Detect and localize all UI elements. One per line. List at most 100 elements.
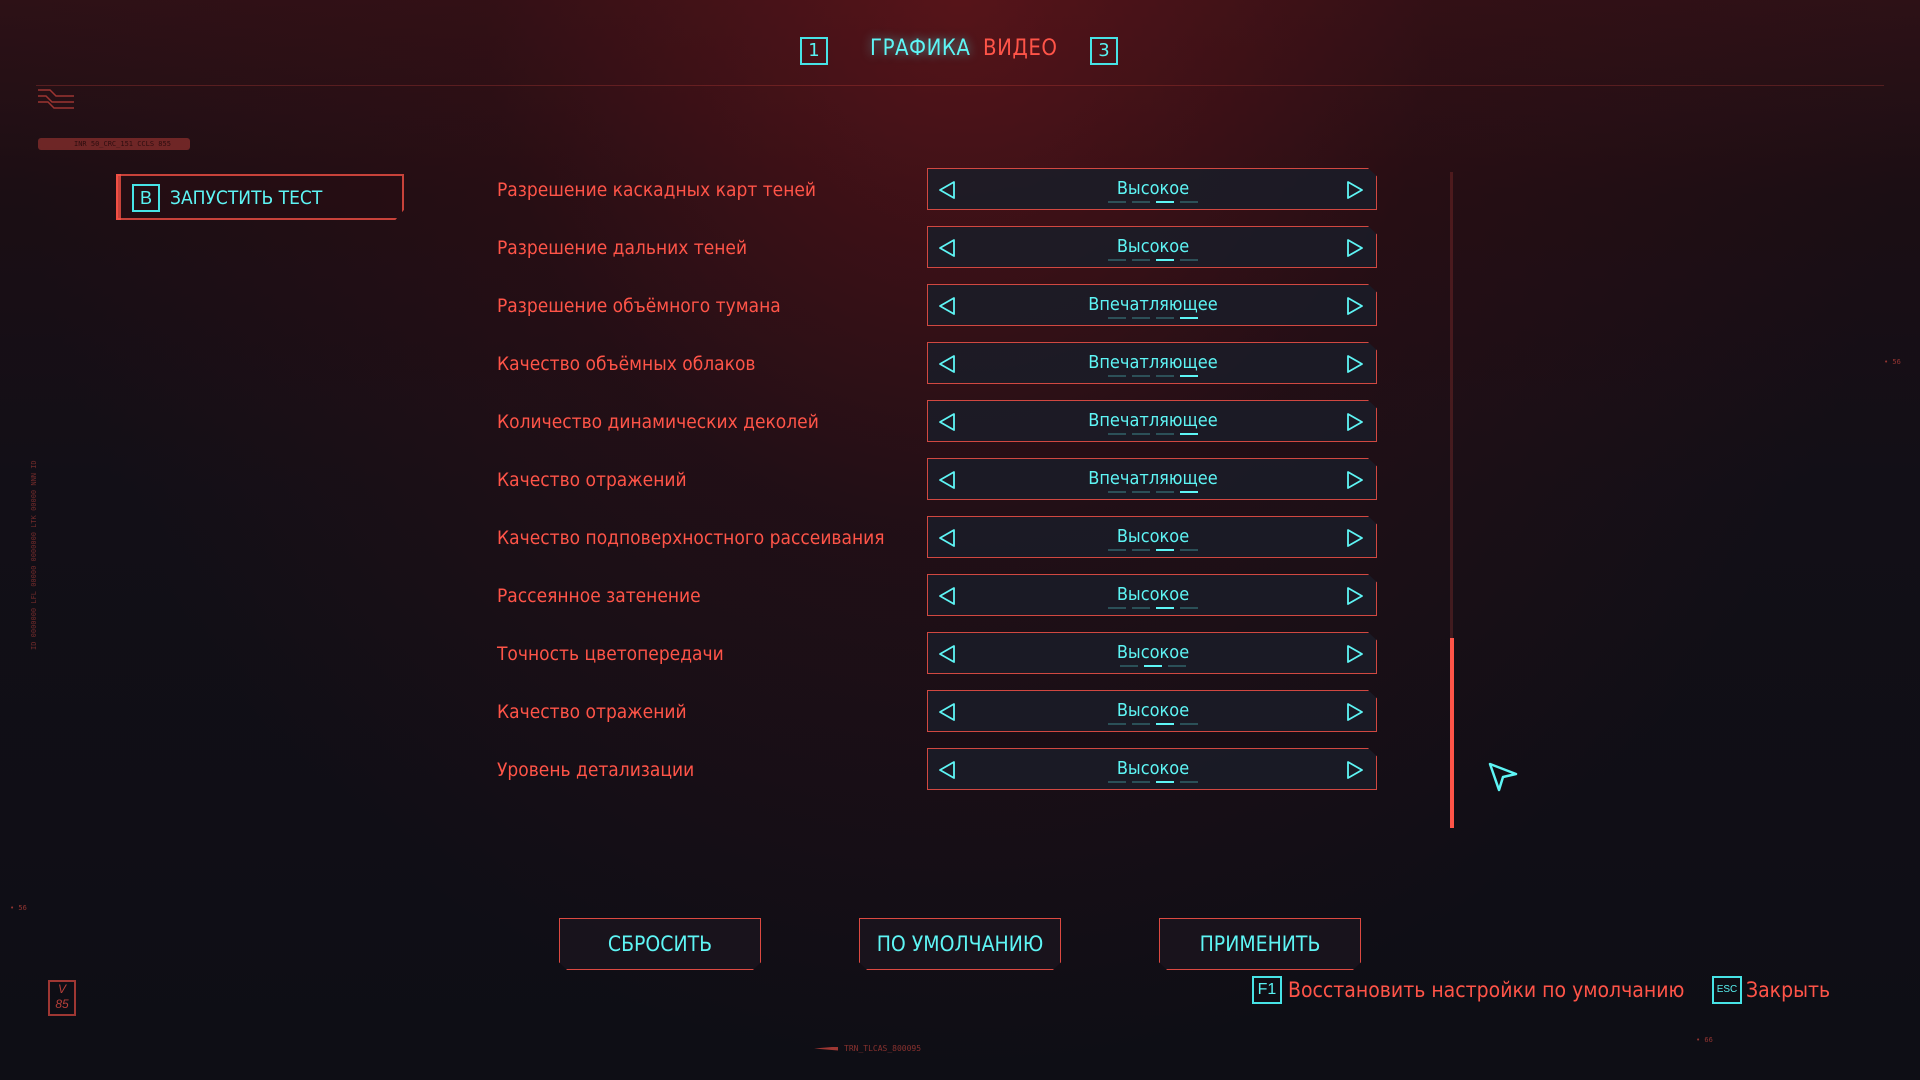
level-step <box>1108 433 1126 435</box>
level-step <box>1156 201 1174 203</box>
esc-key: ESC <box>1712 976 1742 1004</box>
setting-selector[interactable]: Высокое <box>927 226 1377 268</box>
level-step <box>1180 433 1198 435</box>
setting-selector[interactable]: Впечатляющее <box>927 342 1377 384</box>
level-step <box>1156 723 1174 725</box>
level-indicator <box>928 549 1377 552</box>
decorative-code-text: INR 50_CRC_151 CCLS 855 <box>74 140 171 148</box>
setting-value: Высокое <box>1116 526 1190 547</box>
setting-selector[interactable]: Высокое <box>927 516 1377 558</box>
setting-row[interactable]: Качество отражений Впечатляющее <box>497 458 1377 500</box>
setting-selector[interactable]: Впечатляющее <box>927 284 1377 326</box>
level-step <box>1180 781 1198 783</box>
setting-row[interactable]: Разрешение объёмного тумана Впечатляющее <box>497 284 1377 326</box>
next-value-arrow-icon[interactable] <box>1344 295 1366 317</box>
next-value-arrow-icon[interactable] <box>1344 701 1366 723</box>
setting-label: Количество динамических деколей <box>497 411 819 433</box>
setting-label: Разрешение дальних теней <box>497 237 748 259</box>
setting-selector[interactable]: Высокое <box>927 574 1377 616</box>
level-step <box>1168 665 1186 667</box>
level-indicator <box>928 317 1377 320</box>
setting-label: Разрешение каскадных карт теней <box>497 179 816 201</box>
next-value-arrow-icon[interactable] <box>1344 411 1366 433</box>
setting-value: Высокое <box>1116 642 1190 663</box>
level-step <box>1132 549 1150 551</box>
setting-row[interactable]: Уровень детализации Высокое <box>497 748 1377 790</box>
setting-value: Высокое <box>1116 584 1190 605</box>
level-indicator <box>928 433 1377 436</box>
decorative-vertical-text: ID 0000000 LFL 00000 0000000 LTK 00000 N… <box>30 460 38 650</box>
next-value-arrow-icon[interactable] <box>1344 353 1366 375</box>
next-value-arrow-icon[interactable] <box>1344 643 1366 665</box>
level-indicator <box>928 665 1377 668</box>
setting-value: Впечатляющее <box>1088 352 1218 373</box>
decorative-marker: • 56 <box>1884 358 1901 366</box>
setting-label: Разрешение объёмного тумана <box>497 295 781 317</box>
level-step <box>1156 607 1174 609</box>
setting-row[interactable]: Качество подповерхностного рассеивания Вы… <box>497 516 1377 558</box>
decorative-marker: • 66 <box>1696 1036 1713 1044</box>
level-step <box>1156 549 1174 551</box>
level-step <box>1180 723 1198 725</box>
setting-row[interactable]: Разрешение каскадных карт теней Высокое <box>497 168 1377 210</box>
level-step <box>1108 607 1126 609</box>
setting-selector[interactable]: Высокое <box>927 690 1377 732</box>
level-step <box>1108 201 1126 203</box>
defaults-button[interactable]: ПО УМОЛЧАНИЮ <box>859 918 1061 970</box>
reset-button[interactable]: СБРОСИТЬ <box>559 918 761 970</box>
level-step <box>1120 665 1138 667</box>
level-step <box>1132 259 1150 261</box>
next-tab-key[interactable]: 3 <box>1090 37 1118 65</box>
setting-row[interactable]: Рассеянное затенение Высокое <box>497 574 1377 616</box>
decorative-code-bar: INR 50_CRC_151 CCLS 855 <box>38 138 190 150</box>
level-step <box>1132 433 1150 435</box>
header-divider <box>36 85 1884 86</box>
level-step <box>1180 317 1198 319</box>
next-value-arrow-icon[interactable] <box>1344 527 1366 549</box>
level-step <box>1180 549 1198 551</box>
setting-label: Качество отражений <box>497 469 687 491</box>
setting-value: Впечатляющее <box>1088 294 1218 315</box>
setting-label: Точность цветопередачи <box>497 643 724 665</box>
setting-row[interactable]: Качество отражений Высокое <box>497 690 1377 732</box>
setting-row[interactable]: Разрешение дальних теней Высокое <box>497 226 1377 268</box>
setting-selector[interactable]: Впечатляющее <box>927 400 1377 442</box>
tab-graphics[interactable]: ГРАФИКА <box>870 36 970 61</box>
next-value-arrow-icon[interactable] <box>1344 469 1366 491</box>
next-value-arrow-icon[interactable] <box>1344 759 1366 781</box>
level-step <box>1180 607 1198 609</box>
level-indicator <box>928 607 1377 610</box>
restore-defaults-label: Восстановить настройки по умолчанию <box>1288 978 1685 1002</box>
level-indicator <box>928 375 1377 378</box>
setting-value: Впечатляющее <box>1088 410 1218 431</box>
level-indicator <box>928 259 1377 262</box>
benchmark-label: ЗАПУСТИТЬ ТЕСТ <box>170 187 323 209</box>
next-value-arrow-icon[interactable] <box>1344 585 1366 607</box>
setting-selector[interactable]: Высокое <box>927 748 1377 790</box>
protocol-logo-icon <box>38 89 74 109</box>
level-step <box>1180 375 1198 377</box>
level-step <box>1144 665 1162 667</box>
level-step <box>1180 201 1198 203</box>
next-value-arrow-icon[interactable] <box>1344 237 1366 259</box>
setting-selector[interactable]: Впечатляющее <box>927 458 1377 500</box>
level-step <box>1156 491 1174 493</box>
prev-tab-key[interactable]: 1 <box>800 37 828 65</box>
setting-row[interactable]: Количество динамических деколей Впечатляю… <box>497 400 1377 442</box>
setting-row[interactable]: Качество объёмных облаков Впечатляющее <box>497 342 1377 384</box>
setting-value: Высокое <box>1116 178 1190 199</box>
level-step <box>1180 259 1198 261</box>
setting-selector[interactable]: Высокое <box>927 168 1377 210</box>
level-step <box>1156 375 1174 377</box>
setting-selector[interactable]: Высокое <box>927 632 1377 674</box>
run-benchmark-button[interactable]: B ЗАПУСТИТЬ ТЕСТ <box>116 174 404 220</box>
scrollbar-thumb[interactable] <box>1450 638 1454 828</box>
tab-video[interactable]: ВИДЕО <box>983 36 1057 61</box>
next-value-arrow-icon[interactable] <box>1344 179 1366 201</box>
setting-label: Уровень детализации <box>497 759 695 781</box>
level-step <box>1156 433 1174 435</box>
setting-row[interactable]: Точность цветопередачи Высокое <box>497 632 1377 674</box>
apply-button[interactable]: ПРИМЕНИТЬ <box>1159 918 1361 970</box>
level-step <box>1108 259 1126 261</box>
level-step <box>1132 607 1150 609</box>
